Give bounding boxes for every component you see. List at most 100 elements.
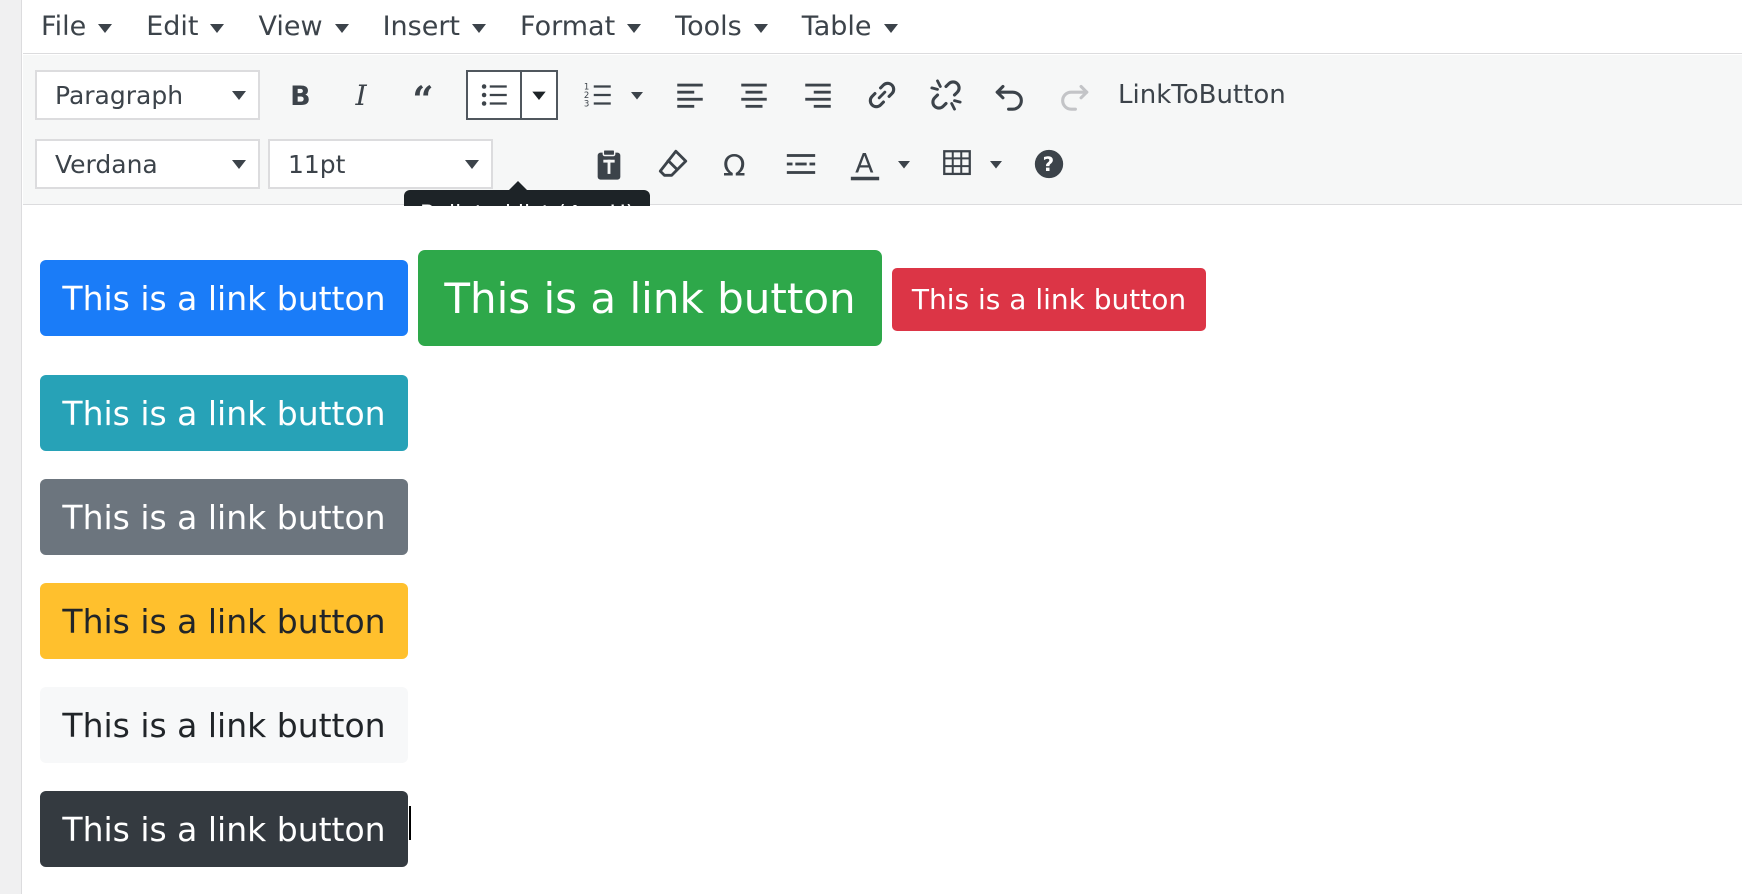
menu-format[interactable]: Format [520,11,642,42]
table-dropdown[interactable] [981,139,1011,189]
svg-text:A: A [855,149,874,180]
chevron-down-icon [532,91,546,100]
menu-tools[interactable]: Tools [675,11,768,42]
menu-file[interactable]: File [41,11,113,42]
menu-label: File [41,11,87,42]
svg-text:I: I [355,79,368,112]
undo-icon [995,84,1023,111]
menu-insert[interactable]: Insert [382,11,487,42]
chevron-down-icon [631,92,643,100]
numbered-list-button[interactable]: 1 2 3 [572,70,624,120]
toolbar-row-2: Verdana 11pt Ω A ? [35,139,1087,189]
font-family-value: Verdana [55,149,158,179]
bulleted-list-dropdown[interactable] [520,72,556,118]
svg-text:B: B [290,81,311,112]
chevron-down-icon [472,24,487,33]
link-button-info[interactable]: This is a link button [40,375,408,451]
menu-label: View [258,11,323,42]
link-button-primary[interactable]: This is a link button [40,260,408,336]
link-button-danger-small[interactable]: This is a link button [892,268,1206,331]
clear-format-icon [658,149,688,177]
svg-text:“: “ [412,78,433,112]
redo-icon [1061,84,1089,111]
bold-icon: B [290,81,311,112]
horizontal-line-icon [786,154,816,174]
chevron-down-icon [98,24,113,33]
table-button[interactable] [931,139,983,189]
text-color-dropdown[interactable] [889,139,919,189]
unlink-button[interactable] [920,70,972,120]
menu-label: Edit [146,11,199,42]
menu-label: Tools [675,11,742,42]
paste-text-icon [597,149,621,180]
chevron-down-icon [627,24,642,33]
chevron-down-icon [232,90,246,100]
italic-icon: I [355,79,368,112]
chevron-down-icon [753,24,768,33]
font-family-select[interactable]: Verdana [35,139,260,189]
numbered-list-dropdown[interactable] [622,70,652,120]
chevron-down-icon [898,161,910,169]
menu-edit[interactable]: Edit [146,11,225,42]
table-icon [943,150,971,176]
editor: File Edit View Insert Format Tools Table… [23,0,1742,894]
bulleted-list-split-button [466,70,558,120]
italic-button[interactable]: I [338,70,390,120]
align-center-button[interactable] [728,70,780,120]
link-button-warning[interactable]: This is a link button [40,583,408,659]
block-format-select[interactable]: Paragraph [35,70,260,120]
font-size-value: 11pt [288,149,346,179]
blockquote-button[interactable]: “ [402,70,454,120]
link-to-button-plugin[interactable]: LinkToButton [1118,80,1286,110]
svg-text:?: ? [1043,153,1055,176]
menu-label: Table [801,11,872,42]
text-color-button[interactable]: A [839,139,891,189]
link-button-light[interactable]: This is a link button [40,687,408,763]
menubar: File Edit View Insert Format Tools Table [23,0,1742,54]
blockquote-icon: “ [412,78,433,112]
insert-link-button[interactable] [856,70,908,120]
text-color-icon: A [850,149,880,181]
help-button[interactable]: ? [1023,139,1075,189]
link-button-dark[interactable]: This is a link button [40,791,408,867]
horizontal-line-button[interactable] [775,139,827,189]
special-character-button[interactable]: Ω [711,139,763,189]
chevron-down-icon [465,159,479,169]
chevron-down-icon [990,161,1002,169]
link-button-secondary[interactable]: This is a link button [40,479,408,555]
menu-view[interactable]: View [258,11,349,42]
menu-table[interactable]: Table [802,11,898,42]
special-character-icon: Ω [723,148,746,181]
editor-content[interactable]: This is a link button This is a link but… [23,206,1742,894]
font-size-select[interactable]: 11pt [268,139,493,189]
help-icon: ? [1034,149,1064,179]
bulleted-list-button[interactable] [468,72,520,118]
toolbar: Paragraph B I “ 1 2 3 LinkToButton Verda… [23,55,1742,238]
clear-formatting-button[interactable] [647,139,699,189]
toolbar-row-1: Paragraph B I “ 1 2 3 LinkToButton [35,70,1286,120]
svg-text:Ω: Ω [723,148,746,181]
align-left-icon [677,83,703,108]
bold-button[interactable]: B [274,70,326,120]
chevron-down-icon [334,24,349,33]
undo-button[interactable] [984,70,1036,120]
link-button-success-large[interactable]: This is a link button [418,250,882,346]
align-center-icon [741,83,767,108]
numbered-list-icon: 1 2 3 [584,82,611,109]
menu-label: Insert [382,11,461,42]
chevron-down-icon [210,24,225,33]
align-right-button[interactable] [792,70,844,120]
redo-button[interactable] [1048,70,1100,120]
link-icon [868,81,896,109]
align-left-button[interactable] [664,70,716,120]
text-cursor [409,806,411,840]
left-sidebar-strip [0,0,22,894]
paste-as-text-button[interactable] [583,139,635,189]
chevron-down-icon [883,24,898,33]
menu-label: Format [520,11,616,42]
chevron-down-icon [232,159,246,169]
unlink-icon [930,79,962,111]
block-format-value: Paragraph [55,80,184,110]
align-right-icon [805,83,831,108]
svg-text:3: 3 [584,99,589,109]
